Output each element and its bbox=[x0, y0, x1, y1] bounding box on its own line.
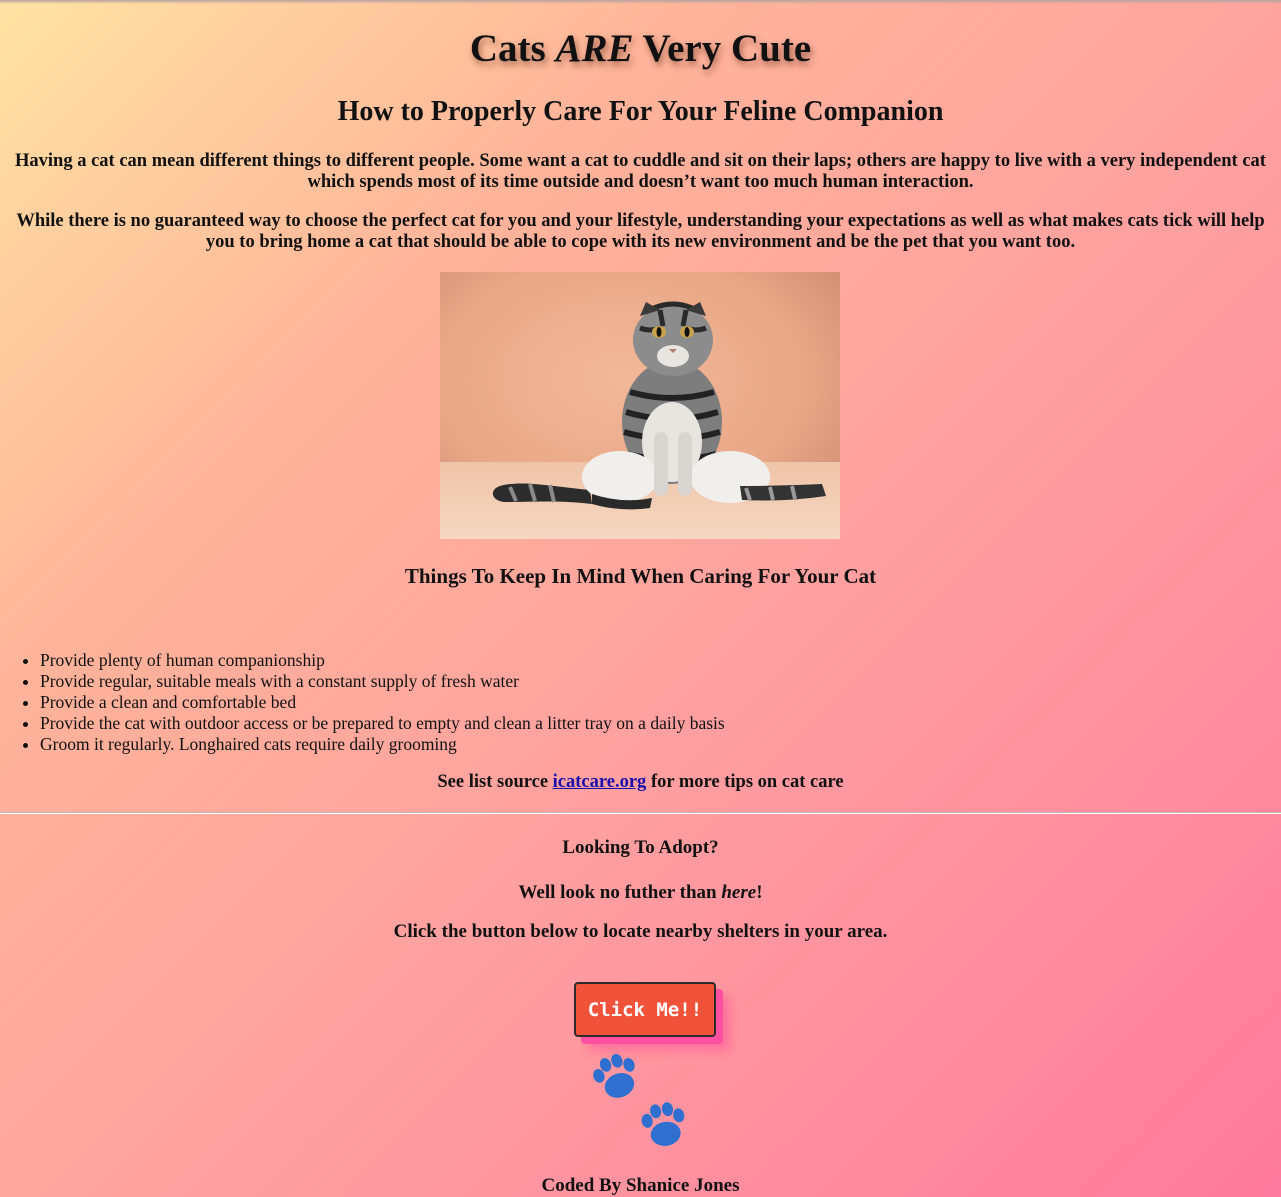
source-suffix: for more tips on cat care bbox=[646, 772, 844, 792]
tips-list: Provide plenty of human companionship Pr… bbox=[0, 650, 725, 755]
list-source: See list source icatcare.org for more ti… bbox=[0, 772, 1281, 793]
paw-prints-icon bbox=[580, 1046, 700, 1156]
adopt-heading: Looking To Adopt? bbox=[562, 837, 719, 858]
tips-heading: Things To Keep In Mind When Caring For Y… bbox=[404, 564, 877, 588]
source-prefix: See list source bbox=[437, 772, 553, 792]
list-item: Provide a clean and comfortable bed bbox=[40, 692, 725, 713]
page-subtitle: How to Properly Care For Your Feline Com… bbox=[337, 96, 944, 127]
intro-paragraph-2: While there is no guaranteed way to choo… bbox=[16, 211, 1265, 252]
page-title: Cats ARE Very Cute bbox=[469, 27, 812, 70]
icatcare-link[interactable]: icatcare.org bbox=[553, 772, 647, 792]
top-edge-shadow bbox=[0, 0, 1281, 4]
adopt-tagline: Well look no futher than here! bbox=[518, 882, 763, 903]
list-item: Groom it regularly. Longhaired cats requ… bbox=[40, 734, 725, 755]
section-divider bbox=[0, 812, 1281, 814]
list-item: Provide plenty of human companionship bbox=[40, 650, 725, 671]
list-item: Provide the cat with outdoor access or b… bbox=[40, 713, 725, 734]
intro-paragraph-1: Having a cat can mean different things t… bbox=[15, 151, 1266, 192]
list-item: Provide regular, suitable meals with a c… bbox=[40, 671, 725, 692]
cat-photo bbox=[440, 272, 840, 539]
footer-credit: Coded By Shanice Jones bbox=[541, 1175, 740, 1196]
adopt-instructions: Click the button below to locate nearby … bbox=[393, 921, 888, 942]
find-shelters-button[interactable]: Click Me!! bbox=[574, 982, 716, 1037]
